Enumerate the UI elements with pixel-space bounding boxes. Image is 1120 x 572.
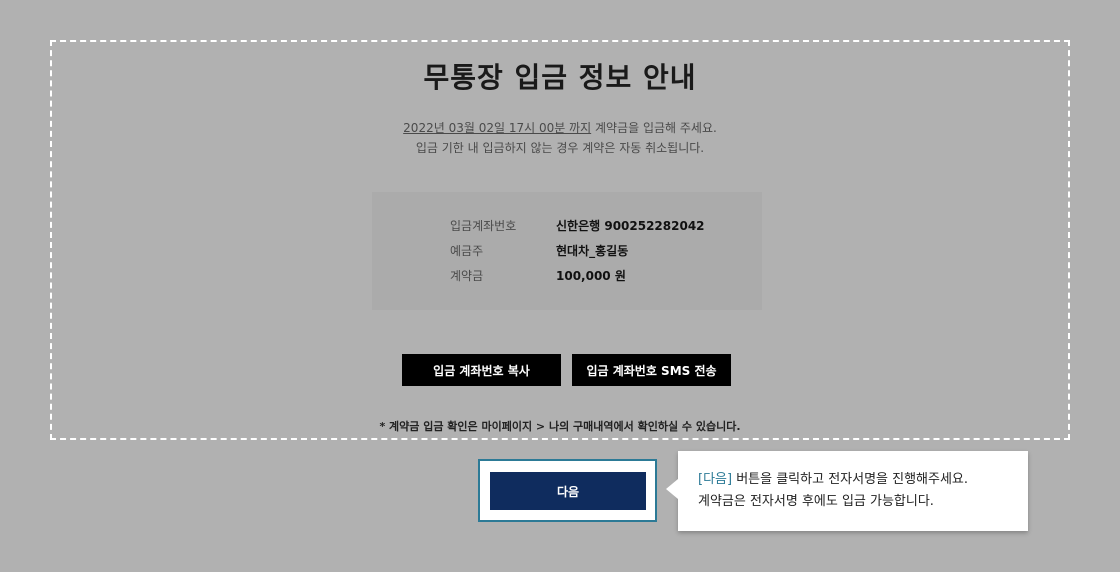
tooltip-text: [다음] 버튼을 클릭하고 전자서명을 진행해주세요. 계약금은 전자서명 후에… [698, 469, 968, 513]
copy-account-button[interactable]: 입금 계좌번호 복사 [402, 354, 561, 386]
account-info-box: 입금계좌번호 신한은행 900252282042 예금주 현대차_홍길동 계약금 10… [372, 192, 762, 310]
deposit-amount-row: 계약금 100,000 원 [450, 266, 626, 286]
tooltip-line1: 버튼을 클릭하고 전자서명을 진행해주세요. [732, 472, 969, 487]
tooltip-keyword: [다음] [698, 472, 733, 487]
deposit-deadline: 2022년 03월 02일 17시 00분 까지 [403, 121, 592, 135]
deposit-notice: 2022년 03월 02일 17시 00분 까지 계약금을 입금해 주세요. 입… [52, 118, 1068, 158]
account-holder-label: 예금주 [450, 244, 484, 258]
deposit-notice-line2: 입금 기한 내 입금하지 않는 경우 계약은 자동 취소됩니다. [415, 141, 705, 155]
sms-account-button[interactable]: 입금 계좌번호 SMS 전송 [572, 354, 731, 386]
account-holder-row: 예금주 현대차_홍길동 [450, 241, 628, 261]
account-number-row: 입금계좌번호 신한은행 900252282042 [450, 216, 705, 236]
next-button[interactable]: 다음 [490, 472, 646, 510]
deposit-amount-label: 계약금 [450, 269, 484, 283]
footnote: * 계약금 입금 확인은 마이페이지 > 나의 구매내역에서 확인하실 수 있습… [379, 420, 741, 433]
account-number-label: 입금계좌번호 [450, 219, 517, 233]
deposit-amount-value: 100,000 원 [556, 269, 626, 283]
account-number-value: 신한은행 900252282042 [556, 219, 705, 233]
deposit-info-panel: 무통장 입금 정보 안내 2022년 03월 02일 17시 00분 까지 계약… [50, 40, 1070, 440]
tooltip-line2: 계약금은 전자서명 후에도 입금 가능합니다. [698, 494, 934, 509]
guide-tooltip: [다음] 버튼을 클릭하고 전자서명을 진행해주세요. 계약금은 전자서명 후에… [666, 451, 1028, 531]
page-title: 무통장 입금 정보 안내 [423, 61, 697, 94]
account-holder-value: 현대차_홍길동 [556, 244, 629, 258]
next-button-highlight: 다음 [478, 459, 657, 522]
deposit-notice-line1: 계약금을 입금해 주세요. [591, 121, 717, 135]
